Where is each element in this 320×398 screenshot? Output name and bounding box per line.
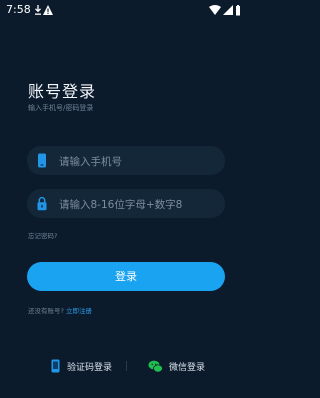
register-prompt: 还没有账号? (28, 307, 64, 315)
register-link[interactable]: 立即注册 (66, 307, 92, 315)
battery-icon (236, 5, 240, 16)
signal-icon (223, 5, 233, 15)
sms-login-button[interactable]: 验证码登录 (50, 358, 112, 374)
status-bar: 7:58 (0, 0, 252, 20)
alert-icon (43, 5, 53, 15)
sms-phone-icon (51, 359, 60, 373)
status-notification-icons (35, 5, 53, 15)
lock-icon (37, 196, 47, 211)
download-icon (35, 5, 41, 15)
alt-login-divider (126, 361, 127, 371)
forgot-password-link[interactable]: 忘记密码? (28, 230, 57, 240)
wechat-icon (148, 360, 163, 372)
wifi-icon (209, 5, 221, 15)
password-placeholder: 请输入8-16位字母+数字8 (59, 199, 183, 211)
wechat-login-button[interactable]: 微信登录 (148, 358, 205, 374)
phone-icon (38, 153, 46, 168)
status-time: 7:58 (6, 3, 31, 16)
page-subtitle: 输入手机号/密码登录 (28, 104, 94, 112)
status-system-icons (209, 5, 240, 16)
password-input[interactable]: 请输入8-16位字母+数字8 (27, 189, 225, 218)
login-button[interactable]: 登录 (27, 262, 225, 291)
wechat-login-label: 微信登录 (169, 362, 206, 373)
phone-placeholder: 请输入手机号 (59, 156, 122, 168)
register-row: 还没有账号? 立即注册 (28, 305, 92, 315)
phone-input[interactable]: 请输入手机号 (27, 146, 225, 175)
sms-login-label: 验证码登录 (67, 362, 113, 373)
page-title: 账号登录 (28, 82, 97, 101)
